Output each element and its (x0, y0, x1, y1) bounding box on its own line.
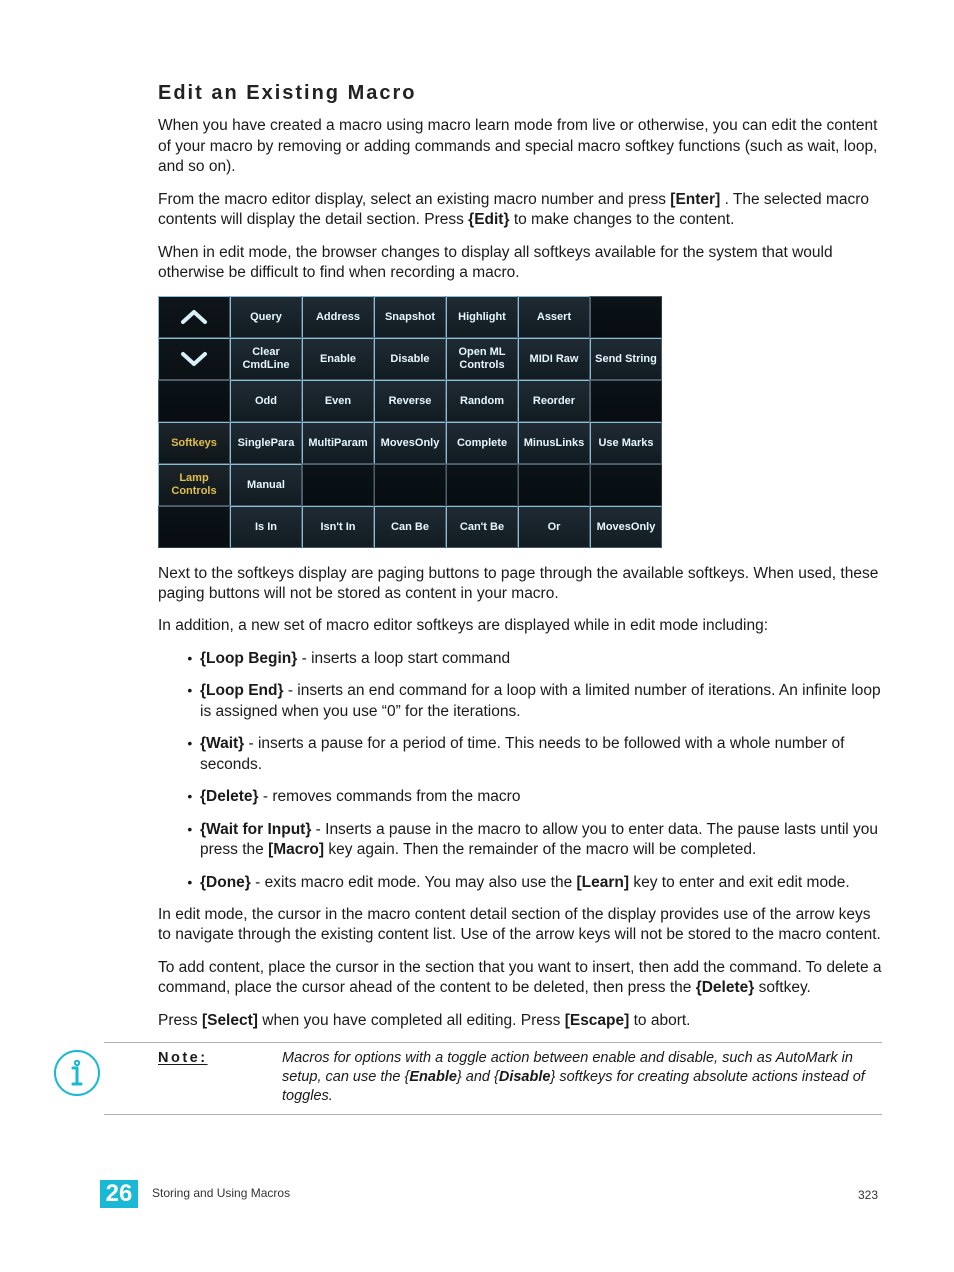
paragraph: Next to the softkeys display are paging … (158, 564, 882, 605)
command-key: {Done} (200, 874, 251, 891)
text: when you have completed all editing. Pre… (262, 1012, 564, 1029)
paragraph: From the macro editor display, select an… (158, 190, 882, 231)
softkey-odd[interactable]: Odd (230, 380, 302, 422)
softkey-random[interactable]: Random (446, 380, 518, 422)
page-down-icon[interactable] (158, 338, 230, 380)
paragraph: In edit mode, the cursor in the macro co… (158, 905, 882, 946)
softkey-address[interactable]: Address (302, 296, 374, 338)
softkey-reverse[interactable]: Reverse (374, 380, 446, 422)
softkey-empty (374, 464, 446, 506)
softkey-can-t-be[interactable]: Can't Be (446, 506, 518, 548)
softkey-empty (590, 464, 662, 506)
softkey-snapshot[interactable]: Snapshot (374, 296, 446, 338)
softkey-even[interactable]: Even (302, 380, 374, 422)
note-rule (104, 1114, 882, 1115)
text: From the macro editor display, select an… (158, 191, 670, 208)
softkey-edit: {Edit} (468, 211, 509, 228)
softkey-multiparam[interactable]: MultiParam (302, 422, 374, 464)
softkey-isn-t-in[interactable]: Isn't In (302, 506, 374, 548)
softkey-enable: Enable (409, 1069, 457, 1085)
page-number: 323 (858, 1188, 878, 1204)
note-block: Note: Macros for options with a toggle a… (104, 1042, 882, 1115)
text: Press (158, 1012, 202, 1029)
text: } and { (457, 1069, 499, 1085)
softkey-disable: Disable (499, 1069, 551, 1085)
chapter-title: Storing and Using Macros (152, 1186, 290, 1202)
text: to make changes to the content. (514, 211, 735, 228)
softkey-delete: {Delete} (696, 979, 755, 996)
softkey-movesonly[interactable]: MovesOnly (374, 422, 446, 464)
command-key: {Loop End} (200, 682, 284, 699)
softkey-enable[interactable]: Enable (302, 338, 374, 380)
command-key: {Wait for Input} (200, 821, 311, 838)
softkey-softkeys[interactable]: Softkeys (158, 422, 230, 464)
chapter-number: 26 (100, 1180, 138, 1208)
softkey-singlepara[interactable]: SinglePara (230, 422, 302, 464)
command-list: {Loop Begin} - inserts a loop start comm… (158, 649, 882, 893)
softkey-movesonly[interactable]: MovesOnly (590, 506, 662, 548)
softkey-empty (590, 296, 662, 338)
softkey-reorder[interactable]: Reorder (518, 380, 590, 422)
softkey-manual[interactable]: Manual (230, 464, 302, 506)
softkey-lamp-controls[interactable]: Lamp Controls (158, 464, 230, 506)
softkey-clear-cmdline[interactable]: Clear CmdLine (230, 338, 302, 380)
key-enter: [Enter] (670, 191, 720, 208)
note-body: Macros for options with a toggle action … (282, 1049, 882, 1106)
key-escape: [Escape] (565, 1012, 630, 1029)
list-item: {Done} - exits macro edit mode. You may … (200, 873, 882, 893)
softkey-open-ml-controls[interactable]: Open ML Controls (446, 338, 518, 380)
command-key: {Wait} (200, 735, 244, 752)
softkey-empty (590, 380, 662, 422)
softkey-empty (302, 464, 374, 506)
key-select: [Select] (202, 1012, 258, 1029)
section-heading: Edit an Existing Macro (158, 80, 882, 106)
list-item: {Loop Begin} - inserts a loop start comm… (200, 649, 882, 669)
text: to abort. (634, 1012, 691, 1029)
text: softkey. (759, 979, 811, 996)
list-item: {Wait for Input} - Inserts a pause in th… (200, 820, 882, 861)
softkey-disable[interactable]: Disable (374, 338, 446, 380)
softkey-midi-raw[interactable]: MIDI Raw (518, 338, 590, 380)
softkey-use-marks[interactable]: Use Marks (590, 422, 662, 464)
softkey-empty (446, 464, 518, 506)
info-icon (54, 1050, 100, 1096)
softkey-highlight[interactable]: Highlight (446, 296, 518, 338)
command-key: {Loop Begin} (200, 650, 297, 667)
softkey-empty (158, 506, 230, 548)
page-up-icon[interactable] (158, 296, 230, 338)
page-body: Edit an Existing Macro When you have cre… (158, 80, 882, 1142)
footer: 26 Storing and Using Macros (100, 1180, 290, 1208)
command-key: {Delete} (200, 788, 259, 805)
command-key: [Macro] (268, 841, 324, 858)
softkey-assert[interactable]: Assert (518, 296, 590, 338)
note-label: Note: (158, 1049, 250, 1106)
softkey-grid: QueryAddressSnapshotHighlightAssert Clear… (158, 296, 662, 548)
paragraph: In addition, a new set of macro editor s… (158, 616, 882, 636)
softkey-empty (158, 380, 230, 422)
softkey-send-string[interactable]: Send String (590, 338, 662, 380)
list-item: {Delete} - removes commands from the mac… (200, 787, 882, 807)
softkey-can-be[interactable]: Can Be (374, 506, 446, 548)
softkey-complete[interactable]: Complete (446, 422, 518, 464)
paragraph: Press [Select] when you have completed a… (158, 1011, 882, 1031)
paragraph: To add content, place the cursor in the … (158, 958, 882, 999)
softkey-query[interactable]: Query (230, 296, 302, 338)
softkey-or[interactable]: Or (518, 506, 590, 548)
list-item: {Loop End} - inserts an end command for … (200, 681, 882, 722)
command-key: [Learn] (577, 874, 630, 891)
softkey-empty (518, 464, 590, 506)
paragraph: When in edit mode, the browser changes t… (158, 243, 882, 284)
softkey-minuslinks[interactable]: MinusLinks (518, 422, 590, 464)
softkey-is-in[interactable]: Is In (230, 506, 302, 548)
paragraph: When you have created a macro using macr… (158, 116, 882, 177)
list-item: {Wait} - inserts a pause for a period of… (200, 734, 882, 775)
